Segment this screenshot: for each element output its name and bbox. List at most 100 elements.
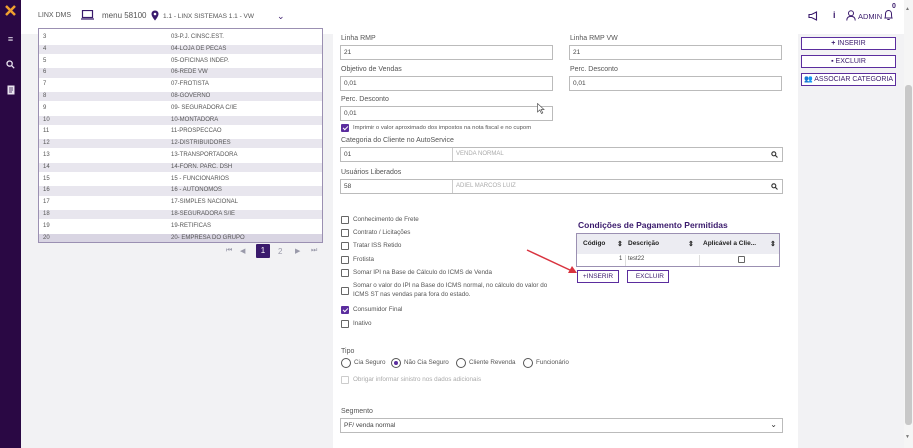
table-row[interactable]: 12 12-DISTRIBUIDORES <box>39 139 322 149</box>
consumidor-final-checkbox[interactable] <box>341 306 349 314</box>
row-number: 13 <box>43 152 50 158</box>
radio-nao-cia-seguro[interactable] <box>391 358 401 368</box>
somar-ipi-icms-st-checkbox[interactable] <box>341 287 349 295</box>
table-row[interactable]: 8 08-GOVERNO <box>39 92 322 102</box>
sort-aplicavel-icon[interactable]: ⇕ <box>770 240 776 248</box>
pager-last-icon[interactable]: ⏭ <box>311 247 317 255</box>
table-row[interactable]: 6 06-REDE VW <box>39 68 322 78</box>
search-icon[interactable] <box>4 60 17 72</box>
row-number: 19 <box>43 222 50 229</box>
location-label[interactable]: 1.1 - LINX SISTEMAS 1.1 - VW <box>163 13 254 20</box>
info-icon[interactable]: i <box>833 10 836 20</box>
sort-codigo-icon[interactable]: ⇕ <box>617 240 623 248</box>
condicoes-excluir-label: EXCLUIR <box>635 273 664 280</box>
row-description: 11-PROSPECCAO <box>171 128 222 135</box>
usuarios-search-icon[interactable] <box>771 180 778 194</box>
pager-next-icon[interactable]: ▶ <box>295 247 300 255</box>
table-row[interactable]: 3 03-P.J. CINSC.EST. <box>39 33 322 43</box>
menu-icon[interactable]: ≡ <box>4 33 17 45</box>
scroll-up-arrow-icon[interactable]: ▲ <box>905 6 910 12</box>
menu-label[interactable]: menu 58100 <box>102 11 146 20</box>
inativo-checkbox[interactable] <box>341 320 349 328</box>
radio-cliente-revenda[interactable] <box>456 358 466 368</box>
radio-cliente-revenda-label: Cliente Revenda <box>469 359 516 366</box>
categoria-search-icon[interactable] <box>771 148 778 162</box>
inserir-button[interactable]: + INSERIR <box>801 37 896 50</box>
condicoes-aplicavel-checkbox[interactable] <box>738 256 745 263</box>
sort-descricao-icon[interactable]: ⇕ <box>688 240 694 248</box>
usuarios-label: Usuários Liberados <box>341 169 402 176</box>
excluir-button[interactable]: ▪ EXCLUIR <box>801 55 896 68</box>
table-row[interactable]: 16 16 - AUTONOMOS <box>39 186 322 196</box>
table-row[interactable]: 19 19-RETIFICAS <box>39 221 322 231</box>
bell-icon[interactable] <box>883 9 894 23</box>
objetivo-vendas-input[interactable]: 0,01 <box>340 76 553 91</box>
row-number: 3 <box>43 34 47 40</box>
row-number: 20 <box>43 234 50 241</box>
somar-ipi-checkbox[interactable] <box>341 269 349 277</box>
frotista-checkbox[interactable] <box>341 256 349 264</box>
condicoes-inserir-button[interactable]: +INSERIR <box>577 270 619 283</box>
pager-prev-icon[interactable]: ◀ <box>240 247 245 255</box>
row-description: 19-RETIFICAS <box>171 222 212 229</box>
pager-page-1[interactable]: 1 <box>256 244 270 258</box>
table-row[interactable]: 18 18-SEGURADORA S/IE <box>39 210 322 220</box>
table-row[interactable]: 9 09- SEGURADORA C/IE <box>39 103 322 113</box>
user-icon[interactable] <box>846 10 856 23</box>
conhecimento-frete-label: Conhecimento de Frete <box>353 216 419 223</box>
scrollbar-thumb[interactable] <box>905 85 912 425</box>
trash-icon: ▪ <box>831 58 834 65</box>
perc-desconto-input[interactable]: 0,01 <box>340 106 553 121</box>
radio-cia-seguro[interactable] <box>341 358 351 368</box>
categoria-label: Categoria do Cliente no AutoService <box>341 137 454 144</box>
pager-page-2[interactable]: 2 <box>278 247 282 256</box>
contrato-licitacoes-label: Contrato / Licitações <box>353 229 411 236</box>
table-row[interactable]: 5 05-OFICINAS INDEP. <box>39 56 322 66</box>
pager-first-icon[interactable]: ⏮ <box>226 247 232 255</box>
megaphone-icon[interactable] <box>808 11 819 23</box>
usuarios-desc: ADIEL MARCOS LUIZ <box>456 183 516 189</box>
somar-ipi-label: Somar IPI na Base de Cálculo do ICMS de … <box>353 269 492 276</box>
segmento-select[interactable]: PF/ venda normal ⌄ <box>340 418 783 433</box>
chevron-down-icon[interactable]: ⌄ <box>277 11 285 22</box>
document-icon[interactable] <box>4 85 17 97</box>
condicoes-pagamento-title: Condições de Pagamento Permitidas <box>578 220 728 230</box>
conhecimento-frete-checkbox[interactable] <box>341 216 349 224</box>
table-row[interactable]: 10 10-MONTADORA <box>39 115 322 125</box>
segmento-chevron-down-icon[interactable]: ⌄ <box>770 418 777 431</box>
contrato-licitacoes-checkbox[interactable] <box>341 229 349 237</box>
obrigar-sinistro-checkbox[interactable] <box>341 376 349 384</box>
user-name[interactable]: ADMIN <box>858 12 882 21</box>
row-number: 11 <box>43 128 50 135</box>
linha-rmp-input[interactable]: 21 <box>340 45 553 60</box>
scroll-down-arrow-icon[interactable]: ▼ <box>905 434 910 440</box>
table-row[interactable]: 20 20- EMPRESA DO GRUPO <box>39 233 322 242</box>
table-row[interactable]: 15 15 - FUNCIONARIOS <box>39 174 322 184</box>
condicoes-excluir-button[interactable]: EXCLUIR <box>627 270 669 283</box>
linha-rmp-vw-input[interactable]: 21 <box>569 45 782 60</box>
col-aplicavel-header[interactable]: Aplicável a Clie... <box>703 240 756 247</box>
col-codigo-header[interactable]: Código <box>583 240 605 247</box>
associar-categoria-button[interactable]: 👥 ASSOCIAR CATEGORIA <box>801 73 896 86</box>
table-row[interactable]: 17 17-SIMPLES NACIONAL <box>39 198 322 208</box>
tratar-iss-checkbox[interactable] <box>341 242 349 250</box>
somar-ipi-icms-st-label-line2: ICMS ST nas vendas para fora do estado. <box>353 291 471 298</box>
table-row[interactable]: 11 11-PROSPECCAO <box>39 127 322 137</box>
notification-badge: 0 <box>892 3 896 10</box>
table-row[interactable]: 7 07-FROTISTA <box>39 80 322 90</box>
radio-funcionario[interactable] <box>523 358 533 368</box>
row-number: 17 <box>43 199 50 206</box>
usuarios-lookup[interactable]: 58 ADIEL MARCOS LUIZ <box>340 179 783 194</box>
col-descricao-header[interactable]: Descrição <box>628 240 659 247</box>
row-number: 5 <box>43 57 47 64</box>
row-description: 05-OFICINAS INDEP. <box>171 57 229 64</box>
table-row[interactable]: 4 04-LOJA DE PECAS <box>39 44 322 54</box>
table-row[interactable]: 14 14-FORN. PARC. DSH <box>39 162 322 172</box>
row-description: 06-REDE VW <box>171 69 208 76</box>
perc-desconto-input-right[interactable]: 0,01 <box>569 76 782 91</box>
logo-icon[interactable] <box>4 5 17 17</box>
imprimir-impostos-checkbox[interactable] <box>341 124 349 132</box>
condicoes-row[interactable]: 1 test22 <box>577 255 779 266</box>
table-row[interactable]: 13 13-TRANSPORTADORA <box>39 151 322 161</box>
categoria-lookup[interactable]: 01 VENDA NORMAL <box>340 147 783 162</box>
